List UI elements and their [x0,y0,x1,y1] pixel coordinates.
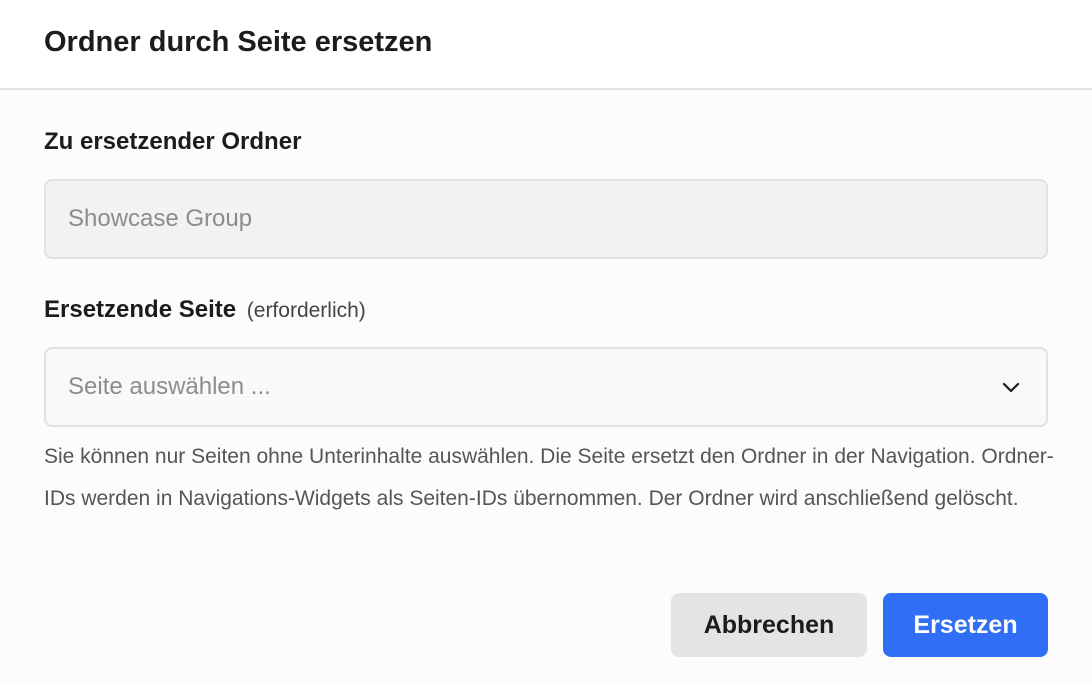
replace-button[interactable]: Ersetzen [883,593,1048,657]
chevron-down-icon [1000,376,1022,398]
dialog-header: Ordner durch Seite ersetzen [0,0,1092,90]
required-hint: (erforderlich) [246,299,366,322]
page-select[interactable]: Seite auswählen ... [44,347,1048,427]
help-text: Sie können nur Seiten ohne Unterinhalte … [44,445,1054,510]
cancel-button[interactable]: Abbrechen [671,593,867,657]
page-field-label-row: Ersetzende Seite (erforderlich) [44,296,366,324]
page-select-placeholder: Seite auswählen ... [68,373,271,400]
dialog-title: Ordner durch Seite ersetzen [44,25,433,58]
folder-name-input[interactable] [44,179,1048,259]
page-field-label: Ersetzende Seite [44,296,237,323]
replace-folder-dialog: Ordner durch Seite ersetzen Zu ersetzend… [0,0,1092,684]
folder-field-label: Zu ersetzender Ordner [44,128,302,155]
